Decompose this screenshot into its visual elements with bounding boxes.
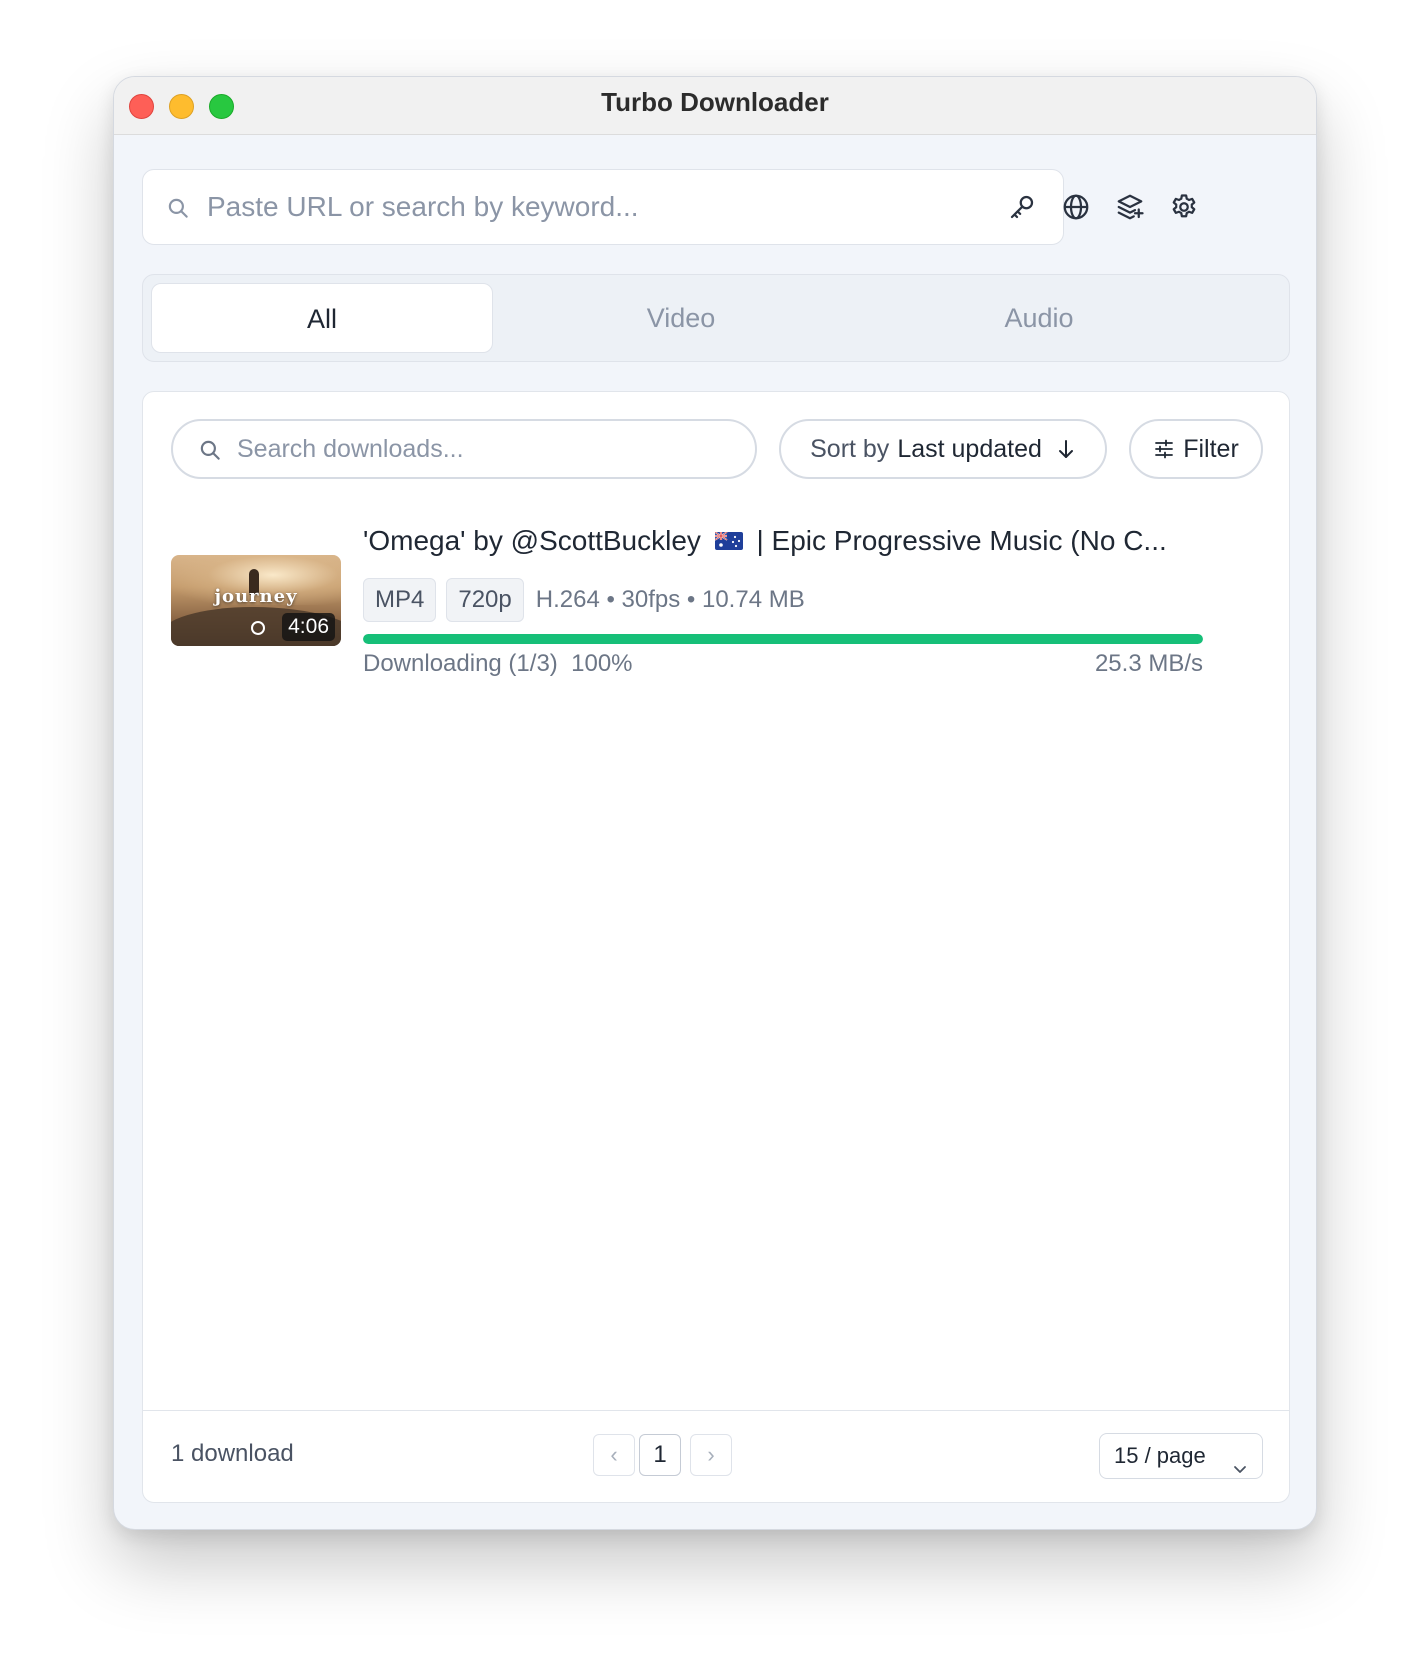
title-bar: Turbo Downloader: [114, 77, 1316, 135]
media-type-tabs: All Video Audio: [142, 274, 1290, 362]
app-window: Turbo Downloader Paste URL or search by …: [113, 76, 1317, 1530]
format-badge: MP4: [363, 578, 437, 622]
tab-video[interactable]: Video: [505, 283, 857, 353]
download-progress-bar: [363, 634, 1203, 644]
sort-prefix: Sort by: [810, 434, 890, 463]
search-icon: [197, 437, 223, 463]
download-meta: MP4 720p H.264 • 30fps • 10.74 MB: [363, 578, 805, 622]
sliders-icon: [1153, 438, 1175, 460]
url-search-bar[interactable]: [142, 169, 1064, 245]
tab-audio[interactable]: Audio: [863, 283, 1215, 353]
australia-flag-icon: [714, 531, 743, 550]
filter-button[interactable]: Filter: [1129, 419, 1263, 479]
download-count: 1 download: [171, 1440, 294, 1467]
filter-label: Filter: [1183, 434, 1239, 463]
pagination-footer: 1 download ‹ 1 › 15 / page: [143, 1410, 1289, 1502]
video-thumbnail[interactable]: journey 4:06: [171, 555, 341, 646]
page-size-value: 15 / page: [1114, 1443, 1206, 1468]
prev-page-button[interactable]: ‹: [593, 1434, 635, 1476]
channel-logo-icon: [251, 621, 265, 635]
key-icon[interactable]: [1004, 189, 1040, 225]
sort-button[interactable]: Sort by Last updated: [779, 419, 1107, 479]
download-title: 'Omega' by @ScottBuckley | Epic Progress…: [363, 525, 1167, 556]
downloads-panel: Sort by Last updated Filt: [142, 391, 1290, 1503]
layers-icon[interactable]: [1112, 189, 1148, 225]
globe-icon[interactable]: [1058, 189, 1094, 225]
tab-all[interactable]: All: [151, 283, 493, 353]
download-status: Downloading (1/3) 100%: [363, 650, 633, 677]
downloads-search-input[interactable]: [235, 421, 735, 477]
gear-icon[interactable]: [1166, 189, 1202, 225]
download-item[interactable]: journey 4:06 'Omega' by @ScottBuckley | …: [171, 520, 1263, 680]
page-1-button[interactable]: 1: [639, 1434, 681, 1476]
video-duration: 4:06: [282, 613, 335, 641]
download-speed: 25.3 MB/s: [1094, 650, 1203, 677]
search-icon: [165, 195, 191, 221]
thumbnail-text: journey: [214, 586, 298, 607]
arrow-down-icon: [1056, 438, 1076, 460]
resolution-badge: 720p: [446, 578, 524, 622]
chevron-down-icon: [1232, 1448, 1248, 1473]
download-percent: 100%: [571, 650, 633, 677]
download-progress-fill: [363, 634, 1203, 644]
video-specs: H.264 • 30fps • 10.74 MB: [535, 586, 805, 613]
window-title: Turbo Downloader: [601, 87, 829, 117]
sort-value: Last updated: [897, 434, 1042, 463]
url-input[interactable]: [205, 170, 1045, 244]
downloads-search-box[interactable]: [171, 419, 757, 479]
page-size-select[interactable]: 15 / page: [1099, 1433, 1263, 1479]
next-page-button[interactable]: ›: [690, 1434, 732, 1476]
